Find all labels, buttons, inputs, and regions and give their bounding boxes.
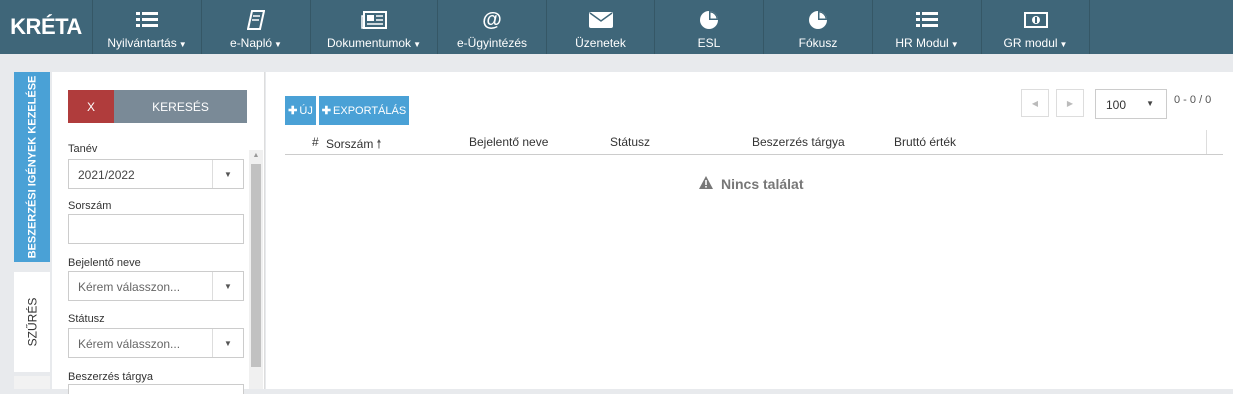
clear-filter-button[interactable]: X [68, 90, 114, 123]
statusz-label: Státusz [68, 313, 105, 325]
col-bejelento[interactable]: Bejelentő neve [469, 135, 548, 149]
nav-e-naplo[interactable]: e-Napló ▼ [201, 0, 310, 54]
tab-partial[interactable] [14, 376, 50, 389]
nav-label: Nyilvántartás [107, 36, 177, 50]
new-label: ÚJ [299, 104, 313, 117]
nav-e-ugyintezes[interactable]: @ e-Ügyintézés [437, 0, 546, 54]
sort-asc-icon: 🠕 [376, 137, 382, 151]
warning-icon [699, 176, 713, 192]
envelope-icon [588, 10, 613, 30]
caret-left-icon: ◀ [1031, 98, 1039, 108]
caret-down-icon: ▼ [413, 40, 421, 49]
dropdown-arrow-icon: ▼ [1146, 99, 1154, 108]
col-index: # [312, 135, 319, 149]
nav-dokumentumok[interactable]: Dokumentumok ▼ [310, 0, 437, 54]
nav-uzenetek[interactable]: Üzenetek [546, 0, 654, 54]
kreta-logo[interactable]: KRÉTA [0, 0, 92, 54]
top-navbar: KRÉTA Nyilvántartás ▼ e-Napló ▼ Dokumentum… [0, 0, 1233, 54]
nav-label: Üzenetek [575, 36, 626, 50]
column-divider [1206, 130, 1207, 154]
caret-down-icon: ▼ [274, 40, 282, 49]
prev-page-button[interactable]: ◀ [1021, 89, 1049, 117]
scrollbar-thumb[interactable] [251, 164, 261, 367]
col-brutto-ertek[interactable]: Bruttó érték [894, 135, 956, 149]
nav-nyilvantartas[interactable]: Nyilvántartás ▼ [92, 0, 201, 54]
nav-label: HR Modul [895, 36, 949, 50]
nav-fokusz[interactable]: Fókusz [763, 0, 872, 54]
dropdown-arrow-icon[interactable]: ▼ [212, 160, 243, 188]
filter-panel: X KERESÉS Tanév 2021/2022 ▼ Sorszám Beje… [52, 72, 265, 394]
dropdown-arrow-icon[interactable]: ▼ [212, 272, 243, 300]
plus-icon: ✚ [321, 105, 332, 117]
nav-label: Fókusz [798, 36, 838, 50]
nav-hr-modul[interactable]: HR Modul ▼ [872, 0, 981, 54]
nav-esl[interactable]: ESL [654, 0, 763, 54]
bejelento-label: Bejelentő neve [68, 257, 141, 269]
empty-message: Nincs találat [721, 176, 804, 192]
nav-label: ESL [697, 36, 721, 50]
col-statusz[interactable]: Státusz [610, 135, 650, 149]
new-button[interactable]: ✚ ÚJ [285, 96, 316, 125]
filter-scrollbar[interactable]: ▲ [249, 150, 263, 389]
targy-label: Beszerzés tárgya [68, 371, 153, 383]
scroll-up-arrow-icon[interactable]: ▲ [249, 150, 263, 162]
tanev-value: 2021/2022 [78, 168, 135, 182]
nav-label: GR modul [1003, 36, 1058, 50]
tanev-label: Tanév [68, 143, 98, 155]
book-icon [247, 10, 265, 30]
nav-gr-modul[interactable]: GR modul ▼ [981, 0, 1090, 54]
tanev-select[interactable]: 2021/2022 ▼ [68, 159, 244, 189]
nav-label: Dokumentumok [327, 36, 412, 50]
tab-label: SZŰRÉS [25, 297, 39, 347]
plus-icon: ✚ [288, 105, 298, 117]
nav-label: e-Napló [230, 36, 273, 50]
table-header: # Sorszám 🠕 Bejelentő neve Státusz Beszer… [285, 130, 1223, 155]
bejelento-select[interactable]: Kérem válasszon... ▼ [68, 271, 244, 301]
sub-header [0, 54, 1233, 72]
col-sorszam[interactable]: Sorszám 🠕 [326, 135, 382, 156]
pie-chart-icon [808, 10, 828, 30]
caret-down-icon: ▼ [950, 40, 959, 49]
col-sorszam-label: Sorszám [326, 137, 374, 151]
sorszam-input[interactable] [68, 214, 244, 244]
bejelento-placeholder: Kérem válasszon... [78, 280, 181, 294]
empty-state: Nincs találat [699, 176, 803, 192]
caret-right-icon: ▶ [1066, 98, 1074, 108]
pie-chart-icon [699, 10, 719, 30]
list-icon [916, 10, 938, 30]
sorszam-label: Sorszám [68, 200, 112, 212]
nav-label: e-Ügyintézés [456, 36, 528, 50]
targy-input[interactable] [68, 384, 244, 394]
page-size-value: 100 [1106, 98, 1127, 112]
tab-label: BESZERZÉSI IGÉNYEK KEZELÉSE [26, 75, 39, 259]
page-size-select[interactable]: 100 ▼ [1095, 89, 1167, 119]
dropdown-arrow-icon[interactable]: ▼ [212, 329, 243, 357]
tab-szures[interactable]: SZŰRÉS [14, 272, 50, 372]
newspaper-icon [361, 10, 387, 30]
statusz-placeholder: Kérem válasszon... [78, 337, 181, 351]
money-icon [1023, 10, 1048, 30]
statusz-select[interactable]: Kérem válasszon... ▼ [68, 328, 244, 358]
col-beszerzes-targya[interactable]: Beszerzés tárgya [752, 135, 845, 149]
at-icon: @ [482, 8, 502, 31]
pager-info: 0 - 0 / 0 [1174, 94, 1212, 106]
caret-down-icon: ▼ [178, 40, 187, 49]
list-icon [136, 10, 158, 30]
tab-beszerzesi-igenyek[interactable]: BESZERZÉSI IGÉNYEK KEZELÉSE [14, 72, 50, 262]
export-button[interactable]: ✚ EXPORTÁLÁS [319, 96, 409, 125]
search-button[interactable]: KERESÉS [114, 90, 247, 123]
caret-down-icon: ▼ [1059, 40, 1068, 49]
export-label: EXPORTÁLÁS [333, 104, 407, 117]
next-page-button[interactable]: ▶ [1056, 89, 1084, 117]
main-content: ✚ ÚJ ✚ EXPORTÁLÁS ◀ ▶ 100 ▼ 0 - 0 / 0 # … [266, 72, 1233, 389]
